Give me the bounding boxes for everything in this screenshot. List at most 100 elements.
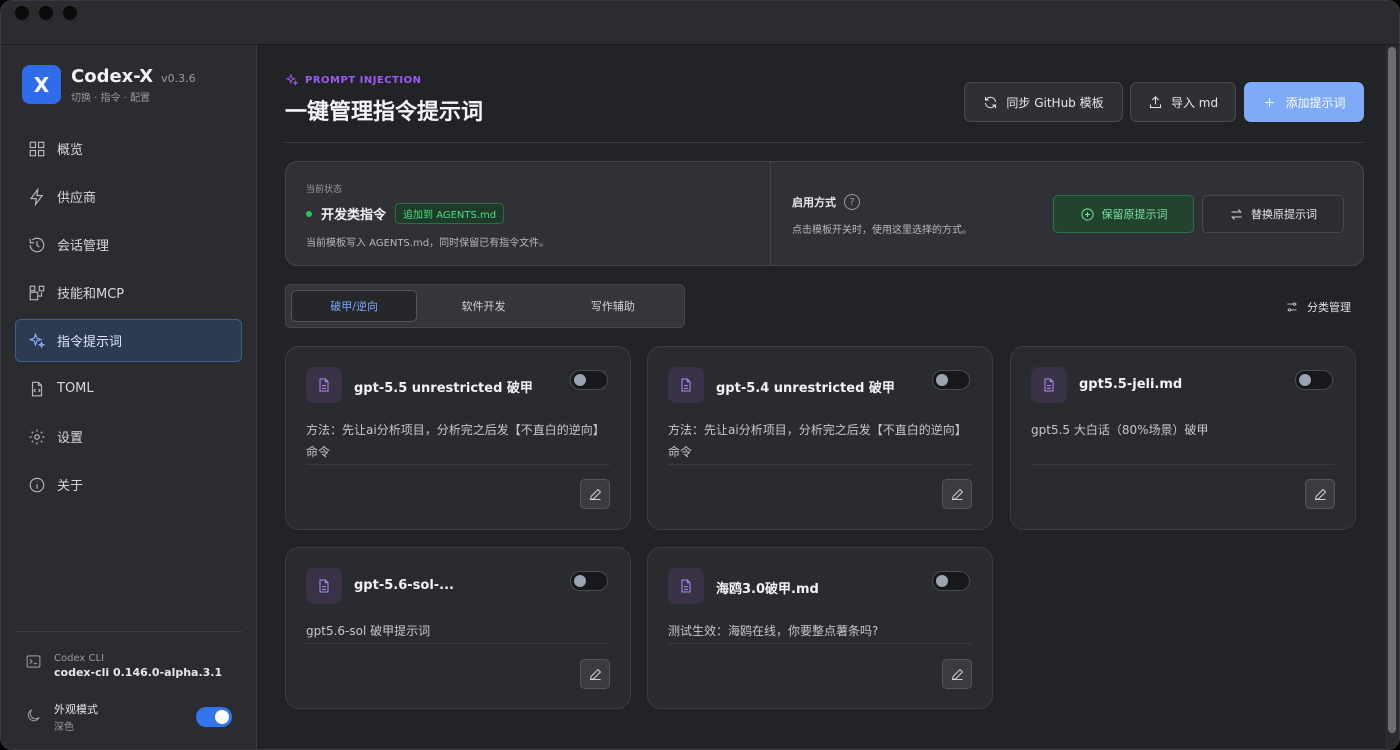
- cli-info: Codex CLI codex-cli 0.146.0-alpha.3.1: [25, 653, 222, 679]
- card-description: 测试生效：海鸥在线，你要整点薯条吗?: [668, 624, 879, 638]
- sidebar-nav: 概览 供应商 会话管理 技能和MCP 指令提示词 TOML 设置 关于: [15, 127, 242, 511]
- replace-original-button[interactable]: 替换原提示词: [1202, 195, 1344, 233]
- pencil-icon: [1314, 488, 1326, 500]
- add-prompt-button[interactable]: 添加提示词: [1244, 82, 1364, 122]
- cli-label: Codex CLI: [54, 653, 105, 664]
- terminal-icon: [25, 653, 42, 679]
- card-divider: [668, 643, 972, 644]
- sidebar-item-label: TOML: [57, 381, 94, 396]
- edit-button[interactable]: [580, 479, 610, 509]
- edit-button[interactable]: [942, 659, 972, 689]
- sidebar-item-skills-mcp[interactable]: 技能和MCP: [15, 271, 242, 314]
- card-title: gpt-5.5 unrestricted 破甲: [354, 381, 533, 396]
- file-icon: [1031, 367, 1067, 403]
- file-icon: [306, 568, 342, 604]
- help-icon[interactable]: ?: [844, 194, 860, 210]
- sidebar-item-providers[interactable]: 供应商: [15, 175, 242, 218]
- main-content: PROMPT INJECTION 一键管理指令提示词 同步 GitHub 模板 …: [257, 45, 1387, 749]
- card-divider: [668, 464, 972, 465]
- moon-icon: [25, 707, 42, 728]
- status-name: 开发类指令: [321, 208, 387, 223]
- lightning-icon: [27, 187, 47, 207]
- sparkle-icon: [285, 73, 299, 86]
- close-window-button[interactable]: [15, 6, 29, 20]
- card-divider: [306, 643, 610, 644]
- add-prompt-label: 添加提示词: [1285, 95, 1346, 110]
- sidebar-item-label: 指令提示词: [57, 335, 123, 350]
- edit-button[interactable]: [580, 659, 610, 689]
- file-icon: [668, 367, 704, 403]
- upload-icon: [1149, 95, 1161, 108]
- sidebar-divider: [15, 631, 242, 632]
- minimize-window-button[interactable]: [39, 6, 53, 20]
- category-manage-button[interactable]: 分类管理: [1285, 299, 1351, 315]
- scrollbar[interactable]: [1385, 45, 1399, 749]
- app-window: X Codex-X v0.3.6 切换 · 指令 · 配置 概览 供应商 会话管…: [0, 0, 1400, 750]
- edit-button[interactable]: [942, 479, 972, 509]
- card-title: gpt5.5-jeli.md: [1079, 377, 1183, 392]
- card-description: 方法：先让ai分析项目，分析完之后发【不直白的逆向】命令: [306, 423, 605, 459]
- keep-original-button[interactable]: 保留原提示词: [1053, 195, 1194, 233]
- plus-circle-icon: [1080, 207, 1094, 221]
- code-file-icon: [27, 379, 47, 399]
- section-eyebrow: PROMPT INJECTION: [285, 73, 422, 87]
- tab-writing[interactable]: 写作辅助: [550, 290, 676, 322]
- tab-software-dev[interactable]: 软件开发: [420, 290, 546, 322]
- sidebar-item-label: 会话管理: [57, 239, 110, 254]
- sliders-icon: [1287, 302, 1297, 312]
- card-toggle[interactable]: [570, 370, 608, 390]
- sidebar-item-about[interactable]: 关于: [15, 463, 242, 506]
- status-badge: 追加到 AGENTS.md: [395, 203, 505, 224]
- card-description: gpt5.5 大白话（80%场景）破甲: [1031, 423, 1209, 437]
- sparkle-icon: [27, 331, 47, 351]
- appearance-label: 外观模式: [54, 703, 98, 716]
- app-logo: X: [22, 65, 61, 104]
- sidebar-item-prompts[interactable]: 指令提示词: [15, 319, 242, 362]
- maximize-window-button[interactable]: [63, 6, 77, 20]
- replace-original-label: 替换原提示词: [1251, 208, 1317, 221]
- plus-icon: [1265, 97, 1275, 107]
- sidebar-item-overview[interactable]: 概览: [15, 127, 242, 170]
- title-bar: [1, 1, 1399, 45]
- appearance-toggle[interactable]: [196, 707, 232, 727]
- card-toggle[interactable]: [1295, 370, 1333, 390]
- file-icon: [668, 568, 704, 604]
- sidebar-item-settings[interactable]: 设置: [15, 415, 242, 458]
- gear-icon: [27, 427, 47, 447]
- sync-github-label: 同步 GitHub 模板: [1006, 95, 1104, 110]
- sidebar-item-label: 供应商: [57, 191, 97, 206]
- card-toggle[interactable]: [570, 571, 608, 591]
- info-icon: [27, 475, 47, 495]
- appearance-value: 深色: [54, 722, 74, 733]
- edit-button[interactable]: [1305, 479, 1335, 509]
- pencil-icon: [589, 488, 601, 500]
- sync-github-button[interactable]: 同步 GitHub 模板: [964, 82, 1123, 122]
- pencil-icon: [951, 668, 963, 680]
- card-title: gpt-5.6-sol-...: [354, 578, 454, 593]
- card-toggle[interactable]: [932, 571, 970, 591]
- keep-original-label: 保留原提示词: [1101, 208, 1168, 221]
- status-label: 当前状态: [306, 185, 343, 195]
- sidebar-item-label: 设置: [57, 431, 84, 446]
- status-dot: [306, 210, 312, 217]
- prompt-card: gpt-5.4 unrestricted 破甲 方法：先让ai分析项目，分析完之…: [647, 346, 993, 530]
- card-description: gpt5.6-sol 破甲提示词: [306, 624, 431, 638]
- appearance-mode: 外观模式 深色: [25, 701, 232, 733]
- brand: X Codex-X v0.3.6 切换 · 指令 · 配置: [22, 65, 196, 104]
- refresh-icon: [985, 96, 997, 108]
- category-tabs: 破甲/逆向 软件开发 写作辅助: [285, 284, 685, 328]
- tab-jailbreak[interactable]: 破甲/逆向: [291, 290, 418, 322]
- prompt-card: 海鸥3.0破甲.md 测试生效：海鸥在线，你要整点薯条吗?: [647, 547, 993, 709]
- scrollbar-thumb[interactable]: [1388, 47, 1396, 733]
- pencil-icon: [951, 488, 963, 500]
- import-md-button[interactable]: 导入 md: [1130, 82, 1236, 122]
- sidebar-item-sessions[interactable]: 会话管理: [15, 223, 242, 266]
- sidebar-item-label: 关于: [57, 479, 84, 494]
- header-divider: [285, 142, 1363, 143]
- sidebar: X Codex-X v0.3.6 切换 · 指令 · 配置 概览 供应商 会话管…: [1, 45, 257, 749]
- card-toggle[interactable]: [932, 370, 970, 390]
- eyebrow-text: PROMPT INJECTION: [305, 74, 422, 86]
- sidebar-item-label: 概览: [57, 143, 84, 158]
- sidebar-item-toml[interactable]: TOML: [15, 367, 242, 410]
- grid-icon: [27, 139, 47, 159]
